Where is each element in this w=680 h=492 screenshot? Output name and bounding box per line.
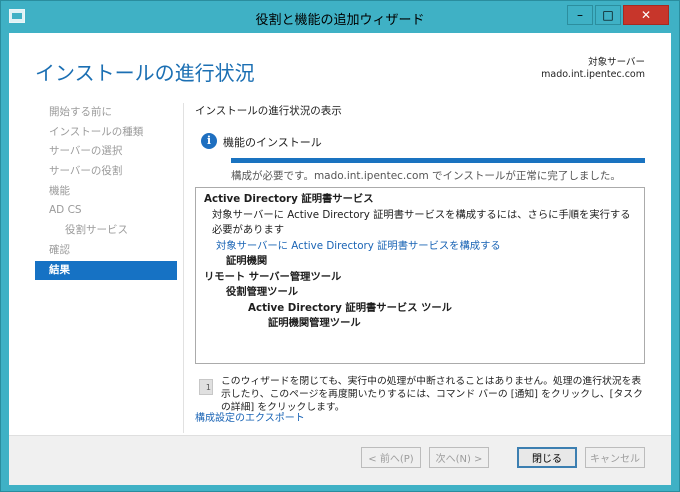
wizard-nav: 開始する前に インストールの種類 サーバーの選択 サーバーの役割 機能 AD C… [35, 103, 177, 281]
target-server-label: 対象サーバー [588, 57, 645, 68]
section-heading: インストールの進行状況の表示 [195, 105, 342, 117]
nav-item-ad-cs: AD CS [49, 204, 82, 217]
cancel-button[interactable]: キャンセル [585, 447, 645, 468]
notification-flag-icon [199, 379, 213, 395]
title-bar[interactable]: 役割と機能の追加ウィザード – □ ✕ [1, 1, 679, 33]
progress-bar-fill [231, 158, 645, 163]
results-list[interactable]: Active Directory 証明書サービス 対象サーバーに Active … [195, 187, 645, 364]
window-controls: – □ ✕ [567, 5, 669, 25]
result-adcs-tools: Active Directory 証明書サービス ツール [248, 301, 452, 314]
result-rsat: リモート サーバー管理ツール [204, 270, 342, 283]
result-adcs-message: 対象サーバーに Active Directory 証明書サービスを構成するには、… [212, 208, 631, 237]
nav-divider [183, 103, 184, 433]
close-button[interactable]: 閉じる [517, 447, 577, 468]
result-role-admin-tools: 役割管理ツール [226, 286, 299, 298]
wizard-header: インストールの進行状況 対象サーバー mado.int.ipentec.com [9, 33, 671, 93]
page-title: インストールの進行状況 [35, 61, 255, 85]
target-server-info: 対象サーバー mado.int.ipentec.com [541, 57, 645, 81]
nav-item-installation-type: インストールの種類 [49, 125, 144, 138]
nav-item-before-you-begin: 開始する前に [49, 106, 112, 118]
target-server-name: mado.int.ipentec.com [541, 69, 645, 80]
previous-button[interactable]: < 前へ(P) [361, 447, 421, 468]
install-progress-bar [231, 158, 645, 163]
minimize-button[interactable]: – [567, 5, 593, 25]
nav-item-server-selection: サーバーの選択 [49, 145, 123, 158]
wizard-footer: < 前へ(P) 次へ(N) > 閉じる キャンセル [9, 435, 671, 485]
nav-item-results[interactable]: 結果 [35, 260, 177, 281]
nav-item-server-roles: サーバーの役割 [49, 165, 123, 178]
nav-item-confirmation: 確認 [49, 243, 70, 256]
info-icon: i [201, 133, 217, 149]
wizard-client-area: インストールの進行状況 対象サーバー mado.int.ipentec.com … [9, 33, 671, 485]
progress-section: インストールの進行状況の表示 i 機能のインストール 構成が必要です。mado.… [195, 103, 645, 183]
next-button[interactable]: 次へ(N) > [429, 447, 489, 468]
result-ca-management-tools: 証明機関管理ツール [268, 317, 361, 329]
result-certification-authority: 証明機関 [226, 255, 268, 267]
result-adcs-title: Active Directory 証明書サービス [204, 193, 374, 205]
note-text: このウィザードを閉じても、実行中の処理が中断されることはありません。処理の進行状… [221, 376, 643, 413]
install-status-text: 構成が必要です。mado.int.ipentec.com でインストールが正常に… [231, 170, 621, 182]
maximize-button[interactable]: □ [595, 5, 621, 25]
export-settings-link[interactable]: 構成設定のエクスポート [195, 409, 305, 424]
configure-adcs-link[interactable]: 対象サーバーに Active Directory 証明書サービスを構成する [204, 239, 636, 255]
feature-install-label: 機能のインストール [223, 136, 322, 149]
feature-install-row: i 機能のインストール [195, 133, 645, 152]
close-window-button[interactable]: ✕ [623, 5, 669, 25]
wizard-window: 役割と機能の追加ウィザード – □ ✕ インストールの進行状況 対象サーバー m… [0, 0, 680, 492]
nav-item-role-services: 役割サービス [65, 224, 128, 237]
nav-item-features: 機能 [49, 184, 70, 197]
